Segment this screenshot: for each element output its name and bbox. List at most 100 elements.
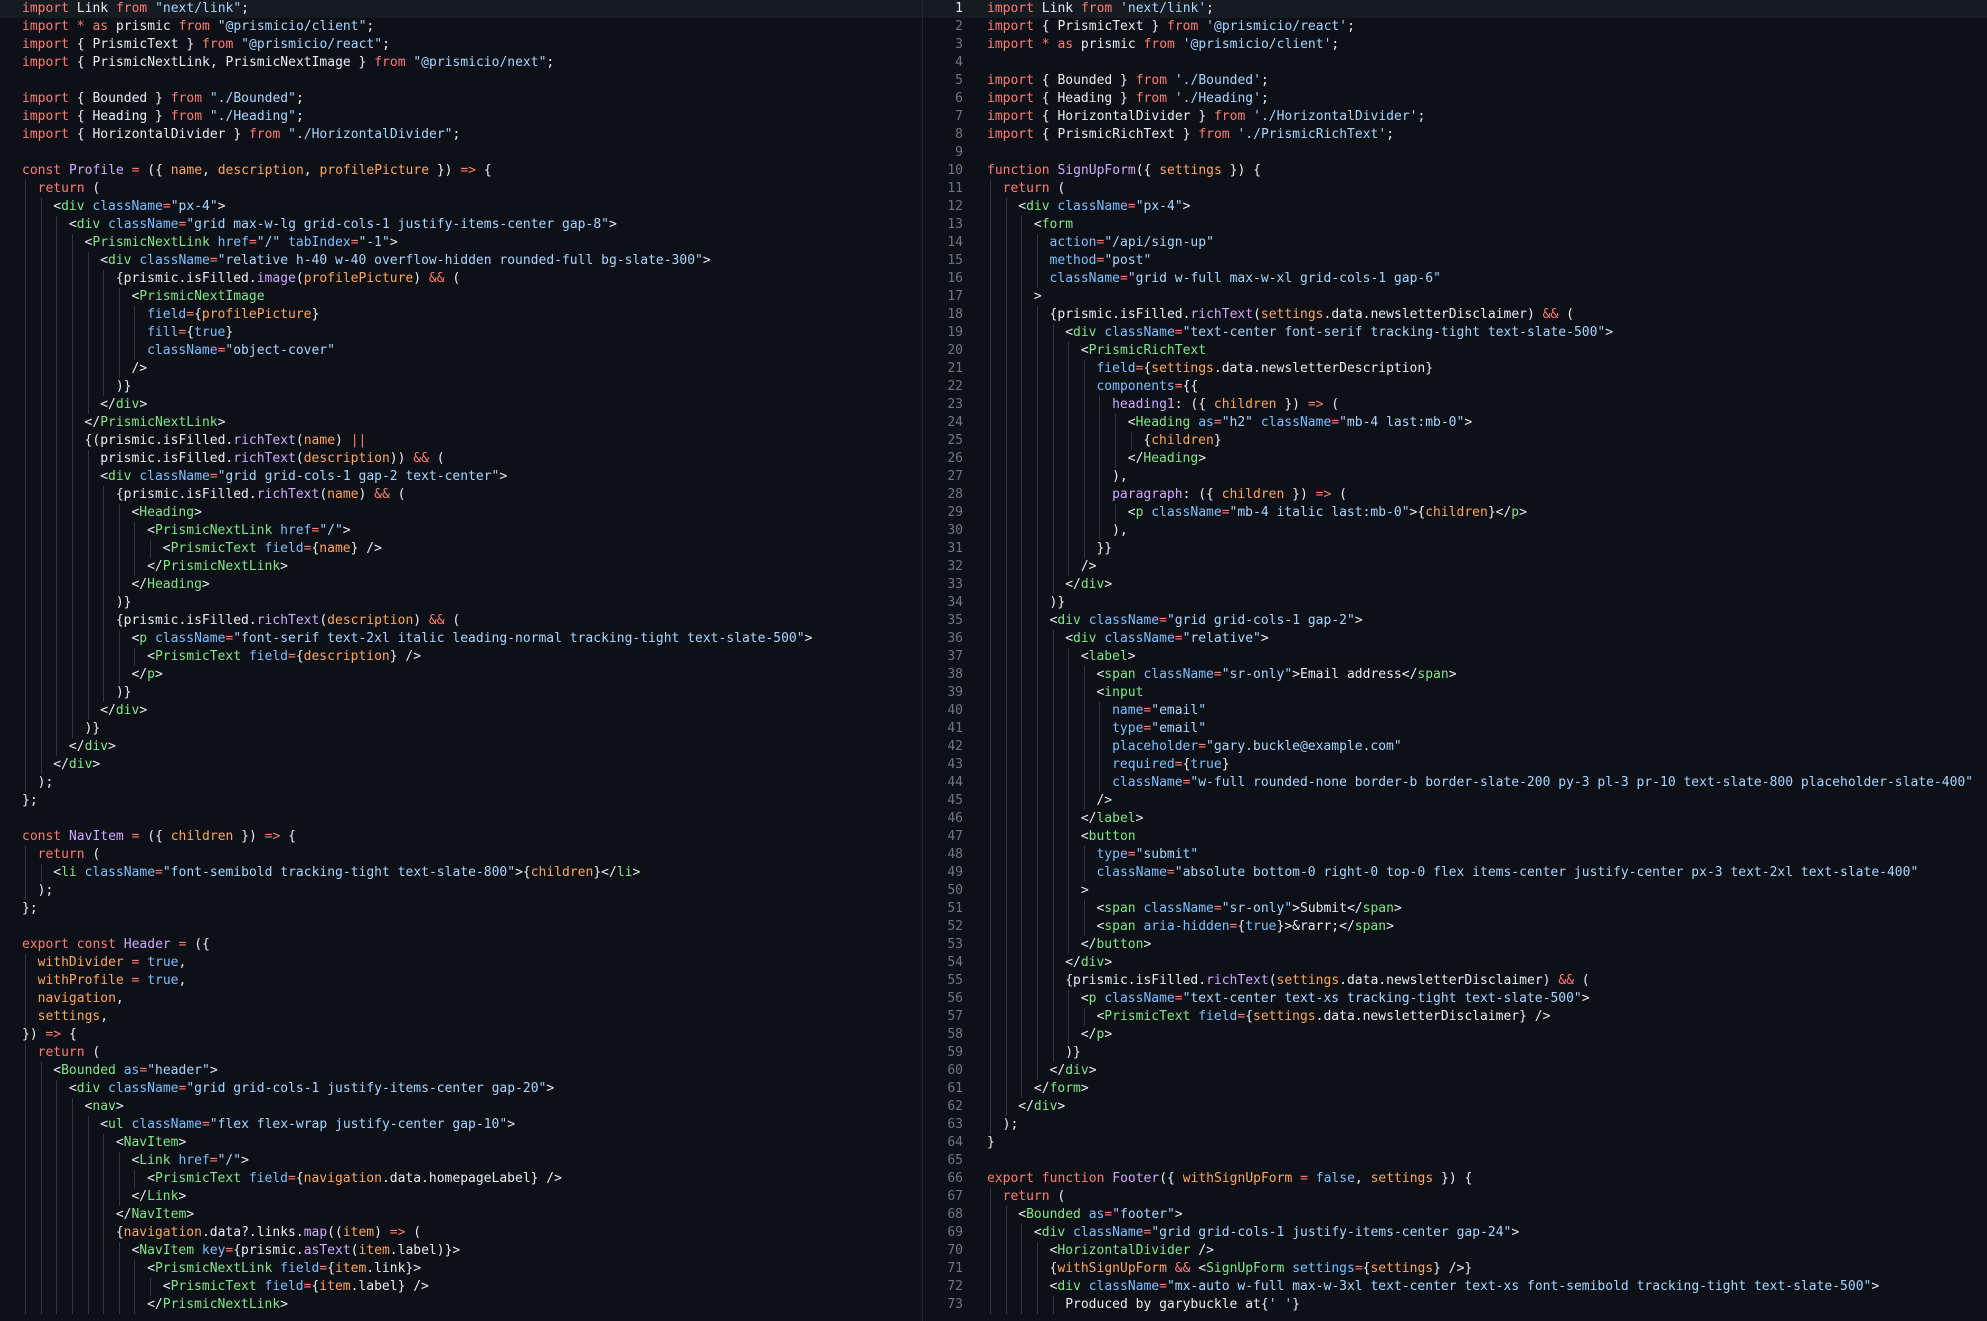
code-line[interactable]: <p className="font-serif text-2xl italic…	[0, 630, 922, 648]
code-line[interactable]: <div className="relative h-40 w-40 overf…	[0, 252, 922, 270]
code-line[interactable]: 19 <div className="text-center font-serif…	[923, 324, 1987, 342]
code-line[interactable]: 42 placeholder="gary.buckle@example.com"	[923, 738, 1987, 756]
code-line[interactable]: 20 <PrismicRichText	[923, 342, 1987, 360]
code-line[interactable]: 40 name="email"	[923, 702, 1987, 720]
code-line[interactable]: 72 <div className="mx-auto w-full max-w-3…	[923, 1278, 1987, 1296]
code-line[interactable]: </PrismicNextLink>	[0, 1296, 922, 1314]
code-line[interactable]: );	[0, 882, 922, 900]
code-line[interactable]: 10 function SignUpForm({ settings }) {	[923, 162, 1987, 180]
code-line[interactable]: 53 </button>	[923, 936, 1987, 954]
code-line[interactable]	[0, 144, 922, 162]
code-line[interactable]: import * as prismic from "@prismicio/cli…	[0, 18, 922, 36]
code-line[interactable]: 5 import { Bounded } from './Bounded';	[923, 72, 1987, 90]
code-line[interactable]: <PrismicNextLink href="/" tabIndex="-1">	[0, 234, 922, 252]
code-line[interactable]: {prismic.isFilled.richText(description) …	[0, 612, 922, 630]
code-line[interactable]: <Bounded as="header">	[0, 1062, 922, 1080]
code-line[interactable]: 44 className="w-full rounded-none border-…	[923, 774, 1987, 792]
code-line[interactable]: 63);	[923, 1116, 1987, 1134]
code-line[interactable]: </PrismicNextLink>	[0, 414, 922, 432]
code-line[interactable]: 61 </form>	[923, 1080, 1987, 1098]
code-line[interactable]: import { PrismicText } from "@prismicio/…	[0, 36, 922, 54]
code-line[interactable]: 25 {children}	[923, 432, 1987, 450]
code-line[interactable]: withDivider = true,	[0, 954, 922, 972]
code-line[interactable]: 2 import { PrismicText } from '@prismicio…	[923, 18, 1987, 36]
code-line[interactable]: 29 < p className="mb-4 italic last:mb-0">{…	[923, 504, 1987, 522]
code-line[interactable]: 51 <span className="sr-only">Submit</span…	[923, 900, 1987, 918]
code-line[interactable]: 3 import * as prismic from '@prismicio/cl…	[923, 36, 1987, 54]
code-line[interactable]: 18 {prismic.isFilled.richText(settings.da…	[923, 306, 1987, 324]
code-line[interactable]: 32 />	[923, 558, 1987, 576]
code-line[interactable]: <PrismicNextLink href="/">	[0, 522, 922, 540]
code-line[interactable]: 13 <form	[923, 216, 1987, 234]
code-line[interactable]: prismic.isFilled.richText(description)) …	[0, 450, 922, 468]
code-line[interactable]: 58 </p>	[923, 1026, 1987, 1044]
code-line[interactable]: 43 required={true}	[923, 756, 1987, 774]
code-line[interactable]: 7 import { HorizontalDivider } from './Ho…	[923, 108, 1987, 126]
code-line[interactable]: 68 <Bounded as="footer">	[923, 1206, 1987, 1224]
code-line[interactable]: 8 import { PrismicRichText } from './Pris…	[923, 126, 1987, 144]
code-line[interactable]: 70 <HorizontalDivider />	[923, 1242, 1987, 1260]
code-line[interactable]: 57 <PrismicText field={settings.data.news…	[923, 1008, 1987, 1026]
code-line[interactable]: <PrismicNextLink field={item.link}>	[0, 1260, 922, 1278]
code-line[interactable]: 1 import Link from 'next/link';	[923, 0, 1987, 18]
code-line[interactable]: 73 Produced by garybuckle at{' '}	[923, 1296, 1987, 1314]
code-line[interactable]: navigation,	[0, 990, 922, 1008]
code-line[interactable]	[0, 810, 922, 828]
code-line[interactable]: };	[0, 792, 922, 810]
code-line[interactable]: <nav>	[0, 1098, 922, 1116]
code-line[interactable]: 11 return (	[923, 180, 1987, 198]
code-line[interactable]	[0, 918, 922, 936]
code-line[interactable]: <div className="grid grid-cols-1 justify…	[0, 1080, 922, 1098]
code-line[interactable]: {prismic.isFilled.richText(name) && (	[0, 486, 922, 504]
code-line[interactable]: </Heading>	[0, 576, 922, 594]
code-line[interactable]: </div>	[0, 738, 922, 756]
code-line[interactable]: <div className="grid max-w-lg grid-cols-…	[0, 216, 922, 234]
code-line[interactable]: 21 field={settings.data.newsletterDescrip…	[923, 360, 1987, 378]
code-line[interactable]: 30),	[923, 522, 1987, 540]
code-line[interactable]	[0, 72, 922, 90]
code-line[interactable]: <PrismicText field={navigation.data.home…	[0, 1170, 922, 1188]
code-line[interactable]: 4	[923, 54, 1987, 72]
code-line[interactable]: 24 <Heading as="h2" className="mb-4 last:…	[923, 414, 1987, 432]
code-line[interactable]: 16 className="grid w-full max-w-xl grid-c…	[923, 270, 1987, 288]
code-line[interactable]: 49 className="absolute bottom-0 right-0 t…	[923, 864, 1987, 882]
code-line[interactable]: {prismic.isFilled.image(profilePicture) …	[0, 270, 922, 288]
code-line[interactable]: field={profilePicture}	[0, 306, 922, 324]
code-line[interactable]: />	[0, 360, 922, 378]
code-line[interactable]: };	[0, 900, 922, 918]
code-line[interactable]: <Heading>	[0, 504, 922, 522]
code-line[interactable]: 27),	[923, 468, 1987, 486]
code-line[interactable]: 69 <div className="grid grid-cols-1 justi…	[923, 1224, 1987, 1242]
code-line[interactable]: 38 <span className="sr-only">Email addres…	[923, 666, 1987, 684]
code-line[interactable]: 36 <div className="relative">	[923, 630, 1987, 648]
code-line[interactable]: 14 action="/api/sign-up"	[923, 234, 1987, 252]
code-line[interactable]: 56 <p className="text-center text-xs trac…	[923, 990, 1987, 1008]
code-line[interactable]: 33 </div>	[923, 576, 1987, 594]
code-line[interactable]: 41 type="email"	[923, 720, 1987, 738]
code-line[interactable]: {(prismic.isFilled.richText(name) ||	[0, 432, 922, 450]
code-line[interactable]: 46 </label>	[923, 810, 1987, 828]
code-line[interactable]: )}	[0, 594, 922, 612]
code-line[interactable]: withProfile = true,	[0, 972, 922, 990]
code-line[interactable]: import { PrismicNextLink, PrismicNextIma…	[0, 54, 922, 72]
code-line[interactable]: settings,	[0, 1008, 922, 1026]
code-line[interactable]: 12 <div className="px-4">	[923, 198, 1987, 216]
code-line[interactable]: )}	[0, 720, 922, 738]
code-line[interactable]: 54 </div>	[923, 954, 1987, 972]
code-line[interactable]: 48 type="submit"	[923, 846, 1987, 864]
code-line[interactable]: export const Header = ({	[0, 936, 922, 954]
code-line[interactable]: className="object-cover"	[0, 342, 922, 360]
code-line[interactable]: <Link href="/">	[0, 1152, 922, 1170]
code-line[interactable]: 23 heading1: ({ children }) => (	[923, 396, 1987, 414]
code-line[interactable]: 55 {prismic.isFilled.richText(settings.da…	[923, 972, 1987, 990]
code-line[interactable]: }) => {	[0, 1026, 922, 1044]
code-line[interactable]: 6 import { Heading } from './Heading';	[923, 90, 1987, 108]
code-line[interactable]: return (	[0, 180, 922, 198]
code-line[interactable]: 9	[923, 144, 1987, 162]
code-line[interactable]: </PrismicNextLink>	[0, 558, 922, 576]
code-line[interactable]: <li className="font-semibold tracking-ti…	[0, 864, 922, 882]
code-line[interactable]: import { Bounded } from "./Bounded";	[0, 90, 922, 108]
code-line[interactable]: <NavItem key={prismic.asText(item.label)…	[0, 1242, 922, 1260]
code-line[interactable]: 26 </Heading>	[923, 450, 1987, 468]
code-line[interactable]: 31}}	[923, 540, 1987, 558]
